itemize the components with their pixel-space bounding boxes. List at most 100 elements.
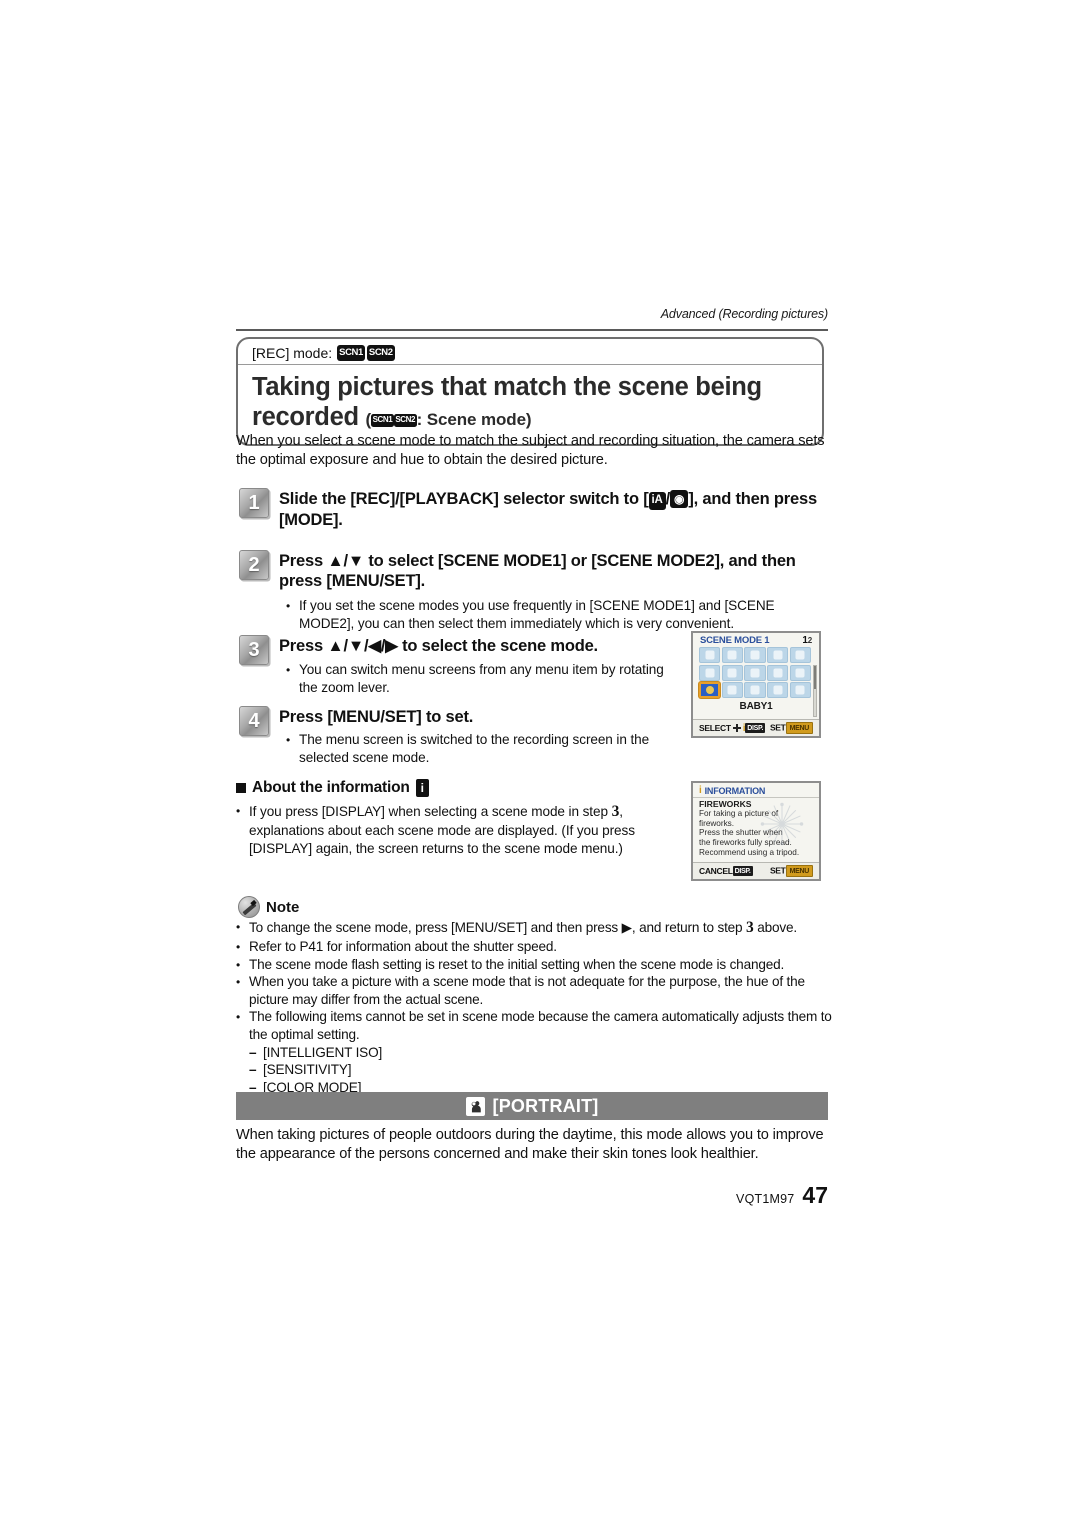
lcd-info-title: INFORMATION [704,785,766,796]
lcd-info-cancel-label: CANCEL [699,865,733,876]
lcd-info-bottombar: CANCEL DISP. SET MENU [693,862,819,879]
about-bullet-part1: If you press [DISPLAY] when selecting a … [249,804,612,819]
running-head: Advanced (Recording pictures) [660,307,828,321]
step-2-badge: 2 [239,550,269,580]
scene-icon-cell[interactable] [699,647,721,663]
rec-mode-label: [REC] mode: [252,345,333,361]
cross-cursor-icon [732,723,741,732]
subtitle-text: : Scene mode) [416,409,532,429]
scene-icon-cell[interactable] [744,664,766,681]
step-1-text-before: Slide the [REC]/[PLAYBACK] selector swit… [279,490,649,508]
step-2-bullets: If you set the scene modes you use frequ… [286,597,832,633]
scene-icon-cell[interactable] [789,664,811,681]
list-item: The scene mode flash setting is reset to… [236,956,836,974]
information-icon: i [415,779,429,797]
portrait-description: When taking pictures of people outdoors … [236,1127,824,1163]
dash-marker: – [249,1062,257,1078]
scene-icon-cell[interactable] [721,664,743,681]
note-item-step-ref: 3 [746,919,754,936]
lcd-scene-icon-grid[interactable] [693,647,819,717]
lcd-scene-select-hint: SELECT i DISP. [699,723,766,734]
step-4-bullet-text: The menu screen is switched to the recor… [299,732,650,765]
square-bullet-icon [236,783,246,793]
scene-icon-cell[interactable] [744,647,766,663]
scene-icon-cell[interactable] [721,647,743,663]
scene-icon-cell-selected[interactable] [699,682,721,698]
step-3-text: Press ▲/▼/◀/▶ to select the scene mode. [279,637,598,655]
page-title-line2: recorded [252,402,359,431]
note-item-text: The following items cannot be set in sce… [249,1009,832,1043]
step-4-text: Press [MENU/SET] to set. [279,708,474,726]
scene-icon-cell[interactable] [789,682,811,698]
scene-icon-cell[interactable] [721,682,743,698]
scene-icon-cell[interactable] [699,664,721,681]
lcd-scene-topbar: SCENE MODE 1 12 [693,633,819,647]
note-item-text: When you take a picture with a scene mod… [249,974,805,1007]
about-information-bullets: If you press [DISPLAY] when selecting a … [236,802,680,858]
menu-set-chip: MENU [785,865,813,877]
note-item-text: The scene mode flash setting is reset to… [249,956,785,972]
step-3-bullets: You can switch menu screens from any men… [286,661,676,697]
lcd-info-line: For taking a picture of [699,809,779,819]
lcd-scene-scrollbar[interactable] [813,665,817,717]
page-title: Taking pictures that match the scene bei… [252,373,808,432]
scene-icon-cell[interactable] [789,647,811,663]
scn1-icon: SCN1 [337,345,365,361]
intro-paragraph: When you select a scene mode to match th… [236,433,825,469]
note-label: Note [266,898,300,916]
lcd-scene-selected-name: BABY1 [739,701,773,712]
menu-set-chip: MENU [785,722,813,734]
list-item: To change the scene mode, press [MENU/SE… [236,918,836,938]
about-information-bullet-text: If you press [DISPLAY] when selecting a … [249,802,680,857]
note-item-text: To change the scene mode, press [MENU/SE… [249,918,836,938]
step-1-text: Slide the [REC]/[PLAYBACK] selector swit… [279,488,839,530]
scene-icon-cell[interactable] [744,682,766,698]
step-2-bullet-text: If you set the scene modes you use frequ… [299,598,775,631]
subtitle-scn1-icon: SCN1 [371,413,394,427]
scene-icon-cell[interactable] [767,682,789,698]
lcd-info-line: fireworks. [699,818,735,828]
list-item: You can switch menu screens from any men… [286,661,676,696]
scene-icon-cell[interactable] [767,664,789,681]
bullet-dot [286,661,295,696]
bullet-dot [286,731,295,766]
note-sub-item-text: [SENSITIVITY] [263,1062,352,1078]
lcd-scene-set-hint: SET MENU [770,722,813,734]
lcd-info-line: Press the shutter when [699,828,783,838]
note-item-part2: above. [753,920,797,935]
step-3-badge: 3 [239,635,269,665]
page-subtitle: (SCN1 SCN2: Scene mode) [365,409,532,429]
lcd-info-body: FIREWORKS For taking a picture of firewo… [693,798,819,858]
note-item-part1: To change the scene mode, press [MENU/SE… [249,920,747,935]
portrait-glyph [471,1100,481,1112]
scene-icon-cell[interactable] [767,647,789,663]
note-sub-item: – [INTELLIGENT ISO] [236,1044,836,1062]
pencil-icon [238,896,260,918]
list-item: If you set the scene modes you use frequ… [286,597,832,632]
note-item-text: Refer to P41 for information about the s… [249,939,557,955]
ia-mode-icon: iA [648,492,666,510]
title-box: [REC] mode: SCN1 SCN2 Taking pictures th… [236,337,824,447]
scn2-icon: SCN2 [366,345,395,361]
list-item: If you press [DISPLAY] when selecting a … [236,802,680,857]
disp-chip: DISP. [732,866,753,877]
portrait-section-label: [PORTRAIT] [492,1095,599,1116]
header-rule [236,329,828,331]
bullet-dot [286,597,295,632]
note-heading: Note [238,896,299,918]
step-1-badge: 1 [239,488,269,518]
step-2-text: Press ▲/▼ to select [SCENE MODE1] or [SC… [279,552,796,591]
list-item: When you take a picture with a scene mod… [236,973,836,1008]
lcd-info-cancel-hint: CANCEL DISP. [699,866,753,877]
note-list: To change the scene mode, press [MENU/SE… [236,918,836,1096]
document-code: VQT1M97 [736,1192,795,1206]
page-footer: VQT1M97 47 [736,1182,828,1209]
list-item: Refer to P41 for information about the s… [236,938,836,956]
list-item: The menu screen is switched to the recor… [286,731,676,766]
lcd-scene-bottombar: SELECT i DISP. SET MENU [693,719,819,736]
lcd-scene-set-label: SET [769,722,786,733]
lcd-scene-page-indicator: 12 [802,635,812,646]
bullet-dot [236,802,245,857]
page-title-line1: Taking pictures that match the scene bei… [252,373,762,401]
bullet-dot [236,938,245,956]
